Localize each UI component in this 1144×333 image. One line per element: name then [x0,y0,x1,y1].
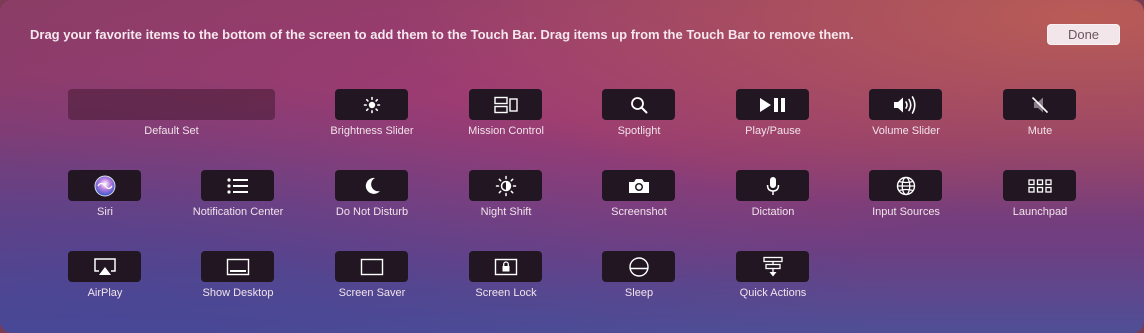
screen-saver-key[interactable] [335,251,408,282]
item-label: Input Sources [872,206,940,218]
spotlight-key[interactable] [602,89,675,120]
item-label: AirPlay [87,287,123,299]
item-do-not-disturb[interactable]: Do Not Disturb [302,170,442,230]
done-button[interactable]: Done [1047,24,1120,45]
item-notification-center[interactable]: Notification Center [168,170,308,230]
list-icon [226,177,248,194]
do-not-disturb-key[interactable] [335,170,408,201]
siri-key[interactable] [68,170,141,201]
item-label: Mission Control [468,125,544,137]
item-show-desktop[interactable]: Show Desktop [168,251,308,311]
item-volume-slider[interactable]: Volume Slider [836,89,976,149]
item-screen-saver[interactable]: Screen Saver [302,251,442,311]
item-label: Play/Pause [745,125,801,137]
item-screen-lock[interactable]: Screen Lock [436,251,576,311]
globe-icon [896,176,915,195]
lock-screen-icon [494,258,517,275]
item-quick-actions[interactable]: Quick Actions [703,251,843,311]
airplay-key[interactable] [68,251,141,282]
item-dictation[interactable]: Dictation [703,170,843,230]
siri-icon [94,175,115,196]
item-play-pause[interactable]: Play/Pause [703,89,843,149]
speaker-muted-icon [1031,96,1048,113]
screen-icon [360,258,383,275]
item-label: Siri [97,206,113,218]
item-mission-control[interactable]: Mission Control [436,89,576,149]
item-launchpad[interactable]: Launchpad [970,170,1110,230]
item-label: Screen Lock [475,287,537,299]
item-spotlight[interactable]: Spotlight [569,89,709,149]
microphone-icon [766,176,779,195]
item-label: Night Shift [480,206,532,218]
launchpad-key[interactable] [1003,170,1076,201]
play-pause-key[interactable] [736,89,809,120]
item-screenshot[interactable]: Screenshot [569,170,709,230]
sun-icon [363,96,380,113]
item-default-set[interactable]: Default Set [68,89,275,149]
mission-control-icon [493,96,518,113]
item-night-shift[interactable]: Night Shift [436,170,576,230]
volume-key[interactable] [869,89,942,120]
item-label: Launchpad [1012,206,1068,218]
moon-icon [365,177,380,194]
item-brightness-slider[interactable]: Brightness Slider [302,89,442,149]
notification-center-key[interactable] [201,170,274,201]
mission-control-key[interactable] [469,89,542,120]
screen-lock-key[interactable] [469,251,542,282]
desktop-icon [226,258,249,275]
play-pause-icon [759,97,785,112]
item-sleep[interactable]: Sleep [569,251,709,311]
magnifier-icon [630,96,647,113]
item-airplay[interactable]: AirPlay [35,251,175,311]
instruction-text: Drag your favorite items to the bottom o… [30,27,854,42]
item-label: Screenshot [611,206,667,218]
item-label: Volume Slider [872,125,940,137]
show-desktop-key[interactable] [201,251,274,282]
item-label: Spotlight [617,125,661,137]
night-shift-icon [495,175,516,196]
input-sources-key[interactable] [869,170,942,201]
night-shift-key[interactable] [469,170,542,201]
camera-icon [628,178,649,193]
item-label: Show Desktop [202,287,274,299]
item-label: Screen Saver [338,287,406,299]
item-label: Do Not Disturb [335,206,409,218]
item-label: Quick Actions [739,287,807,299]
quick-actions-icon [762,256,783,276]
item-siri[interactable]: Siri [35,170,175,230]
item-input-sources[interactable]: Input Sources [836,170,976,230]
sleep-icon [628,256,649,277]
item-label: Notification Center [192,206,284,218]
screenshot-key[interactable] [602,170,675,201]
speaker-icon [893,95,916,114]
item-label: Default Set [144,125,199,137]
item-mute[interactable]: Mute [970,89,1110,149]
touch-bar-customization-panel: Drag your favorite items to the bottom o… [0,0,1144,333]
dictation-key[interactable] [736,170,809,201]
item-label: Brightness Slider [330,125,414,137]
brightness-key[interactable] [335,89,408,120]
item-label: Sleep [624,287,654,299]
item-label: Dictation [751,206,795,218]
default-set-strip[interactable] [68,89,275,120]
sleep-key[interactable] [602,251,675,282]
mute-key[interactable] [1003,89,1076,120]
quick-actions-key[interactable] [736,251,809,282]
item-label: Mute [1027,125,1053,137]
grid-icon [1027,178,1052,193]
airplay-icon [93,257,116,275]
